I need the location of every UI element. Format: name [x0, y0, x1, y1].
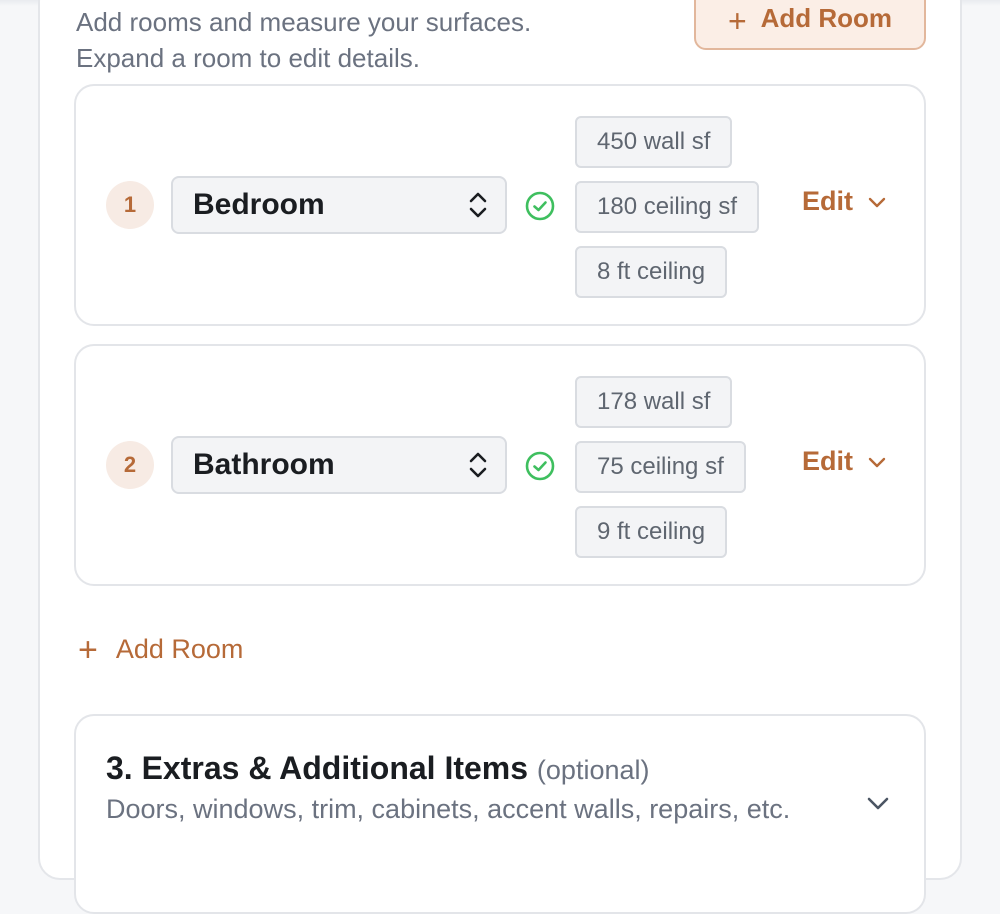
check-circle-icon — [525, 451, 555, 481]
room-type-value: Bedroom — [193, 188, 325, 221]
extras-title-text: 3. Extras & Additional Items — [106, 750, 529, 786]
chevron-down-icon — [868, 197, 886, 207]
intro-line-1: Add rooms and measure your surfaces. — [76, 7, 532, 37]
ceiling-area-chip: 180 ceiling sf — [575, 181, 760, 233]
select-arrows-icon — [469, 192, 487, 218]
room-type-select[interactable]: Bathroom — [171, 436, 507, 494]
section-intro: Add rooms and measure your surfaces. Exp… — [76, 4, 531, 76]
wall-area-chip: 450 wall sf — [575, 116, 733, 168]
room-type-value: Bathroom — [193, 448, 335, 481]
room-card-1: 1 Bedroom 450 wall sf 180 ceiling sf 8 f… — [74, 84, 926, 326]
add-room-link[interactable]: + Add Room — [78, 630, 244, 669]
extras-description: Doors, windows, trim, cabinets, accent w… — [106, 794, 791, 824]
edit-room-toggle[interactable]: Edit — [802, 446, 887, 477]
intro-line-2: Expand a room to edit details. — [76, 43, 420, 73]
edit-label: Edit — [802, 446, 853, 476]
add-room-link-label: Add Room — [115, 634, 244, 664]
optional-label: (optional) — [536, 755, 650, 785]
chevron-down-icon — [868, 457, 886, 467]
room-type-select[interactable]: Bedroom — [171, 176, 507, 234]
ceiling-area-chip: 75 ceiling sf — [575, 441, 746, 493]
plus-icon: + — [727, 3, 747, 39]
check-circle-icon — [525, 191, 555, 221]
wall-area-chip: 178 wall sf — [575, 376, 733, 428]
plus-icon: + — [78, 630, 98, 669]
room-number-badge: 2 — [106, 441, 154, 489]
extras-section-card[interactable]: 3. Extras & Additional Items (optional) … — [74, 714, 926, 914]
room-number-badge: 1 — [106, 181, 154, 229]
add-room-button[interactable]: + Add Room — [694, 0, 926, 50]
add-room-button-label: Add Room — [760, 3, 893, 33]
ceiling-height-chip: 8 ft ceiling — [575, 246, 728, 298]
chevron-down-icon[interactable] — [864, 794, 892, 814]
select-arrows-icon — [469, 452, 487, 478]
ceiling-height-chip: 9 ft ceiling — [575, 506, 728, 558]
edit-label: Edit — [802, 186, 853, 216]
room-card-2: 2 Bathroom 178 wall sf 75 ceiling sf 9 f… — [74, 344, 926, 586]
edit-room-toggle[interactable]: Edit — [802, 186, 887, 217]
extras-title: 3. Extras & Additional Items (optional) — [106, 750, 649, 787]
